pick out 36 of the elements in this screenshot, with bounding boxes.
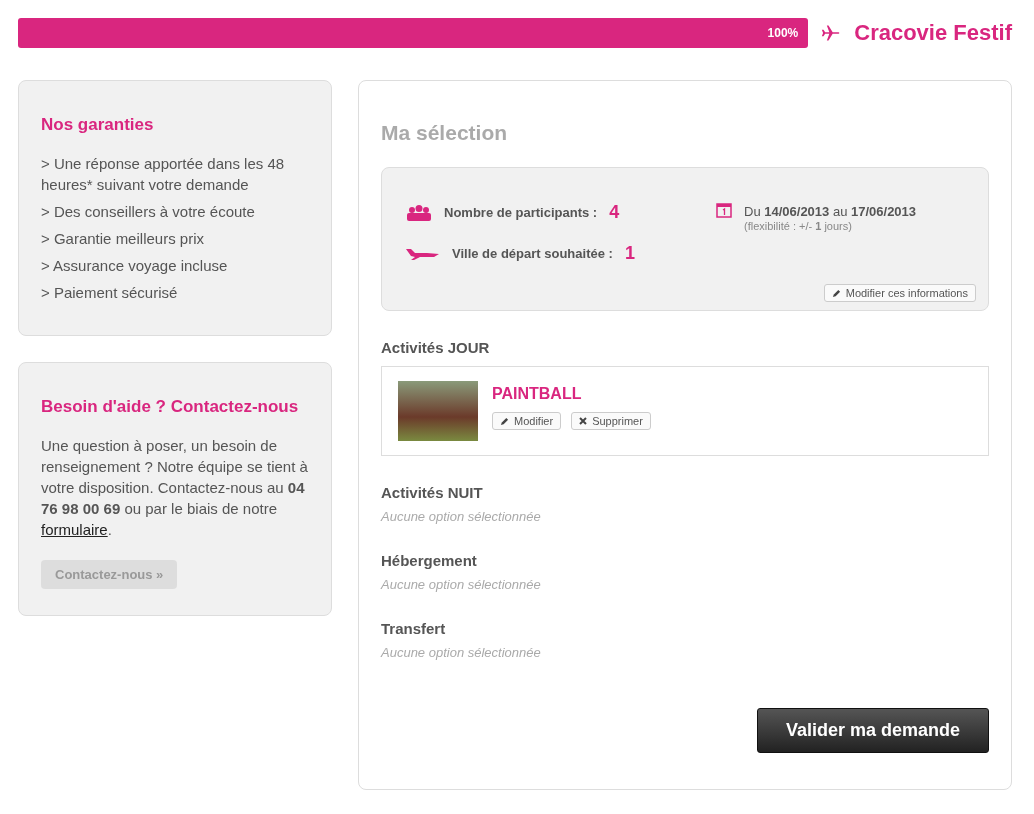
- section-title: Activités NUIT: [381, 484, 484, 501]
- flexibility-text: (flexibilité : +/- 1 jours): [744, 220, 853, 232]
- close-icon: [579, 417, 588, 425]
- trip-title: Cracovie Festif: [854, 20, 1012, 46]
- empty-message: Aucune option sélectionnée: [381, 577, 542, 592]
- selection-title: Ma sélection: [381, 121, 509, 145]
- plane-icon: [406, 247, 440, 260]
- section-title: Activités JOUR: [381, 339, 491, 356]
- section-title: Hébergement: [381, 552, 478, 569]
- progress-label: 100%: [767, 26, 800, 40]
- card-title: Besoin d'aide ? Contactez-nous: [41, 397, 300, 417]
- edit-button[interactable]: Modifier: [492, 412, 562, 430]
- empty-message: Aucune option sélectionnée: [381, 645, 542, 660]
- departure-value: 1: [624, 243, 635, 264]
- participants-label: Nombre de participants :: [444, 205, 598, 220]
- activity-name: PAINTBALL: [492, 385, 583, 403]
- delete-button[interactable]: Supprimer: [571, 412, 651, 430]
- departure-label: Ville de départ souhaitée :: [452, 246, 613, 261]
- submit-button[interactable]: Valider ma demande: [756, 708, 989, 753]
- guarantee-item: > Une réponse apportée dans les 48 heures* suivant votre demande: [41, 154, 286, 195]
- empty-message: Aucune option sélectionnée: [381, 509, 542, 524]
- calendar-icon: [716, 202, 732, 218]
- edit-info-button[interactable]: Modifier ces informations: [823, 284, 976, 302]
- date-range: Du 14/06/2013 au 17/06/2013: [744, 204, 917, 219]
- guarantee-item: > Garantie meilleurs prix: [41, 229, 205, 249]
- guarantee-item: > Assurance voyage incluse: [41, 256, 229, 276]
- participants-value: 4: [609, 202, 620, 223]
- guarantee-item: > Des conseillers à votre écoute: [41, 202, 256, 222]
- pencil-icon: [500, 416, 509, 426]
- form-link[interactable]: formulaire: [41, 521, 108, 538]
- pencil-icon: [831, 288, 841, 298]
- guarantee-item: > Paiement sécurisé: [41, 283, 179, 303]
- people-icon: [406, 204, 432, 221]
- section-title: Transfert: [381, 620, 447, 637]
- help-text: Une question à poser, un besoin de renseignement ? Notre équipe se tient à votre disposition. Contactez-nous au 04 76 98 00 69 ou par le biais de notre formulaire.: [41, 436, 309, 540]
- card-title: Nos garanties: [41, 115, 155, 135]
